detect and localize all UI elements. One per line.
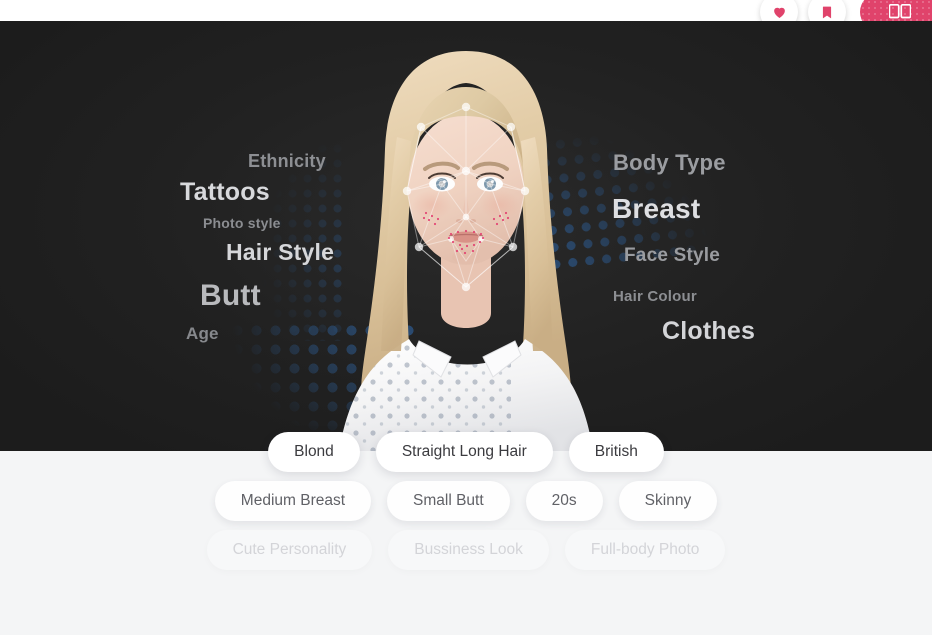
heart-icon <box>771 4 788 20</box>
chip-row: Blond Straight Long Hair British <box>268 432 664 472</box>
attribute-keyword: Photo style <box>203 215 281 231</box>
cards-icon <box>889 4 911 20</box>
attribute-keyword: Age <box>186 324 219 343</box>
hero-banner: Ethnicity Tattoos Photo style Hair Style But… <box>0 21 932 451</box>
bookmark-icon-button[interactable] <box>808 0 846 21</box>
model-portrait <box>301 21 631 451</box>
attribute-chip[interactable]: Medium Breast <box>214 481 372 521</box>
attribute-chip[interactable]: Small Butt <box>387 481 510 521</box>
attribute-chip[interactable]: Bussiness Look <box>388 530 549 570</box>
attribute-chip[interactable]: Straight Long Hair <box>375 432 553 472</box>
attribute-keyword: Clothes <box>662 317 756 345</box>
attribute-chip[interactable]: Full-body Photo <box>564 530 726 570</box>
chip-row: Medium Breast Small Butt 20s Skinny <box>214 481 718 521</box>
attribute-chip[interactable]: Skinny <box>618 481 718 521</box>
attribute-chip[interactable]: Cute Personality <box>206 530 373 570</box>
bookmark-icon <box>820 4 834 21</box>
attribute-chip-list: Blond Straight Long Hair British Medium Bre… <box>0 432 932 570</box>
attribute-keyword: Tattoos <box>180 178 270 206</box>
attribute-keyword: Face Style <box>624 245 720 266</box>
attribute-keyword: Butt <box>200 279 261 312</box>
top-bar-actions <box>760 0 932 21</box>
heart-icon-button[interactable] <box>760 0 798 21</box>
chip-row: Cute Personality Bussiness Look Full-body … <box>206 530 726 570</box>
attribute-chip[interactable]: 20s <box>525 481 603 521</box>
top-bar <box>0 0 932 21</box>
attribute-chip[interactable]: Blond <box>268 432 360 472</box>
attribute-chip[interactable]: British <box>568 432 664 472</box>
gallery-button[interactable] <box>860 0 932 21</box>
